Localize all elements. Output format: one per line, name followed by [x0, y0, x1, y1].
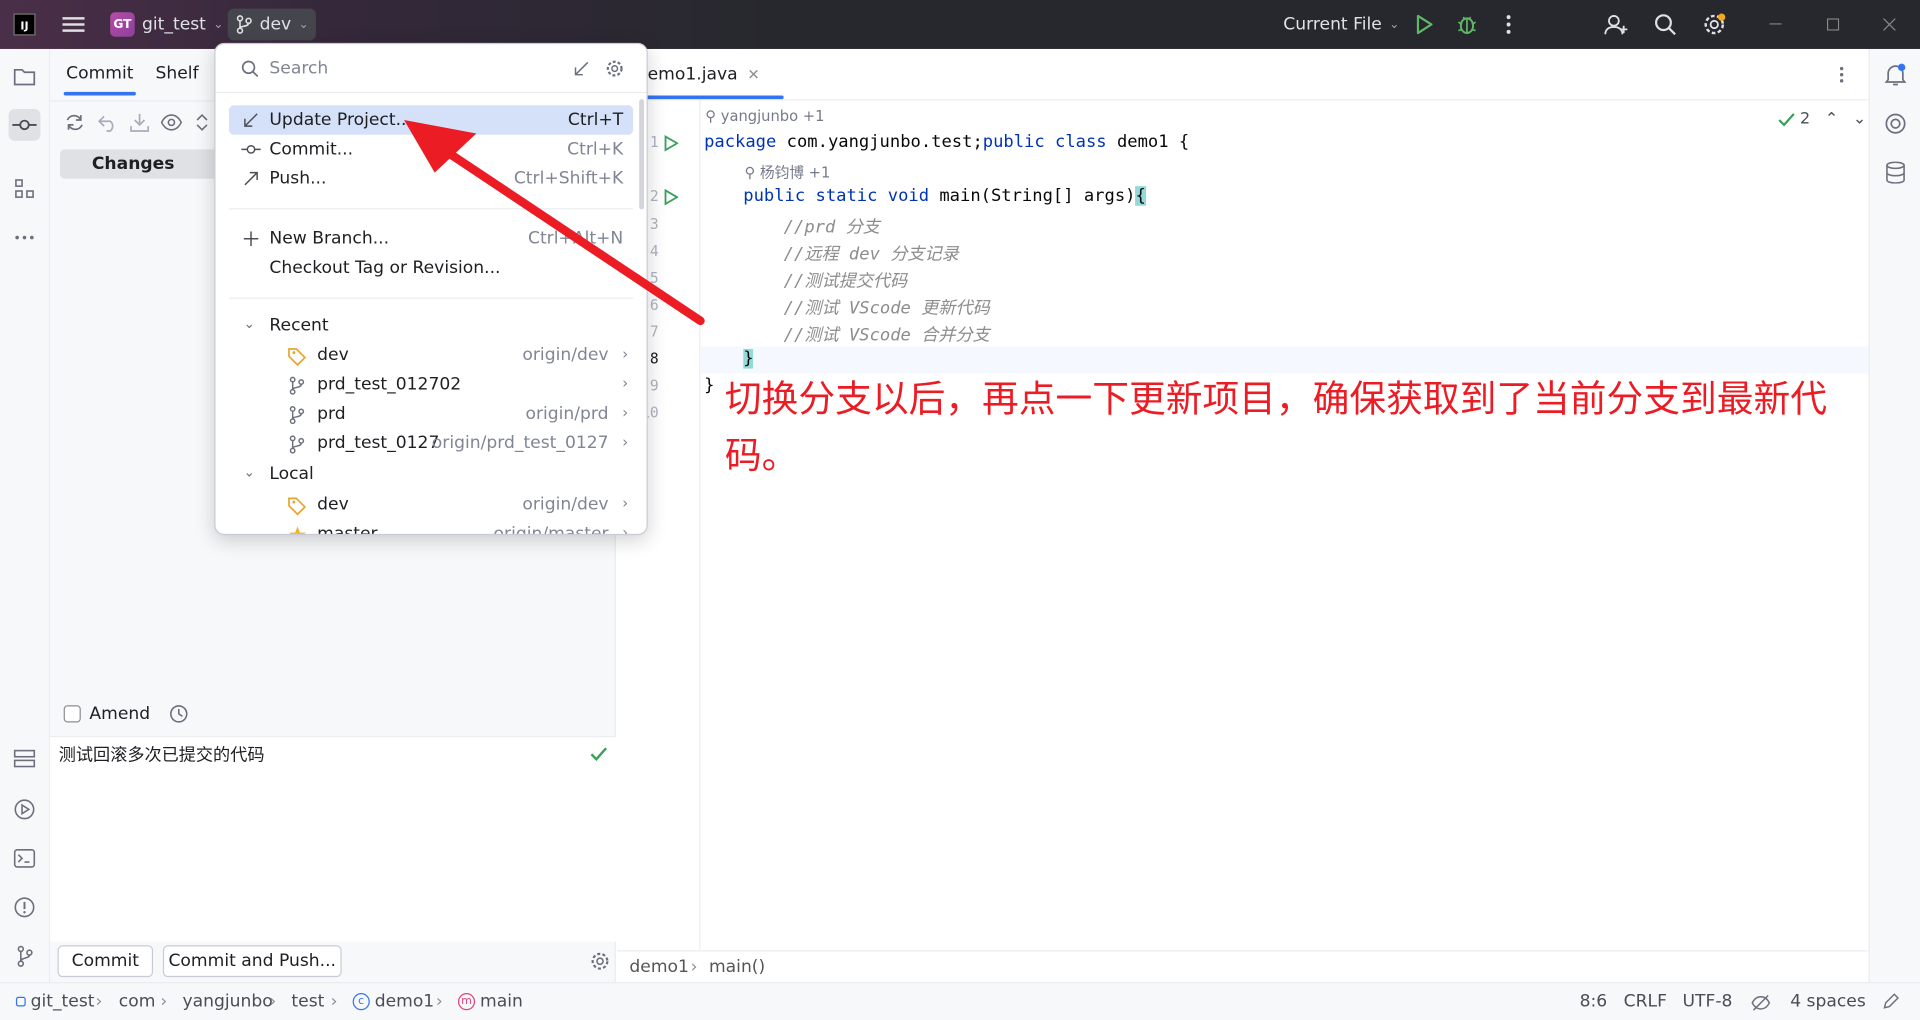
annotation-arrow — [404, 120, 705, 326]
